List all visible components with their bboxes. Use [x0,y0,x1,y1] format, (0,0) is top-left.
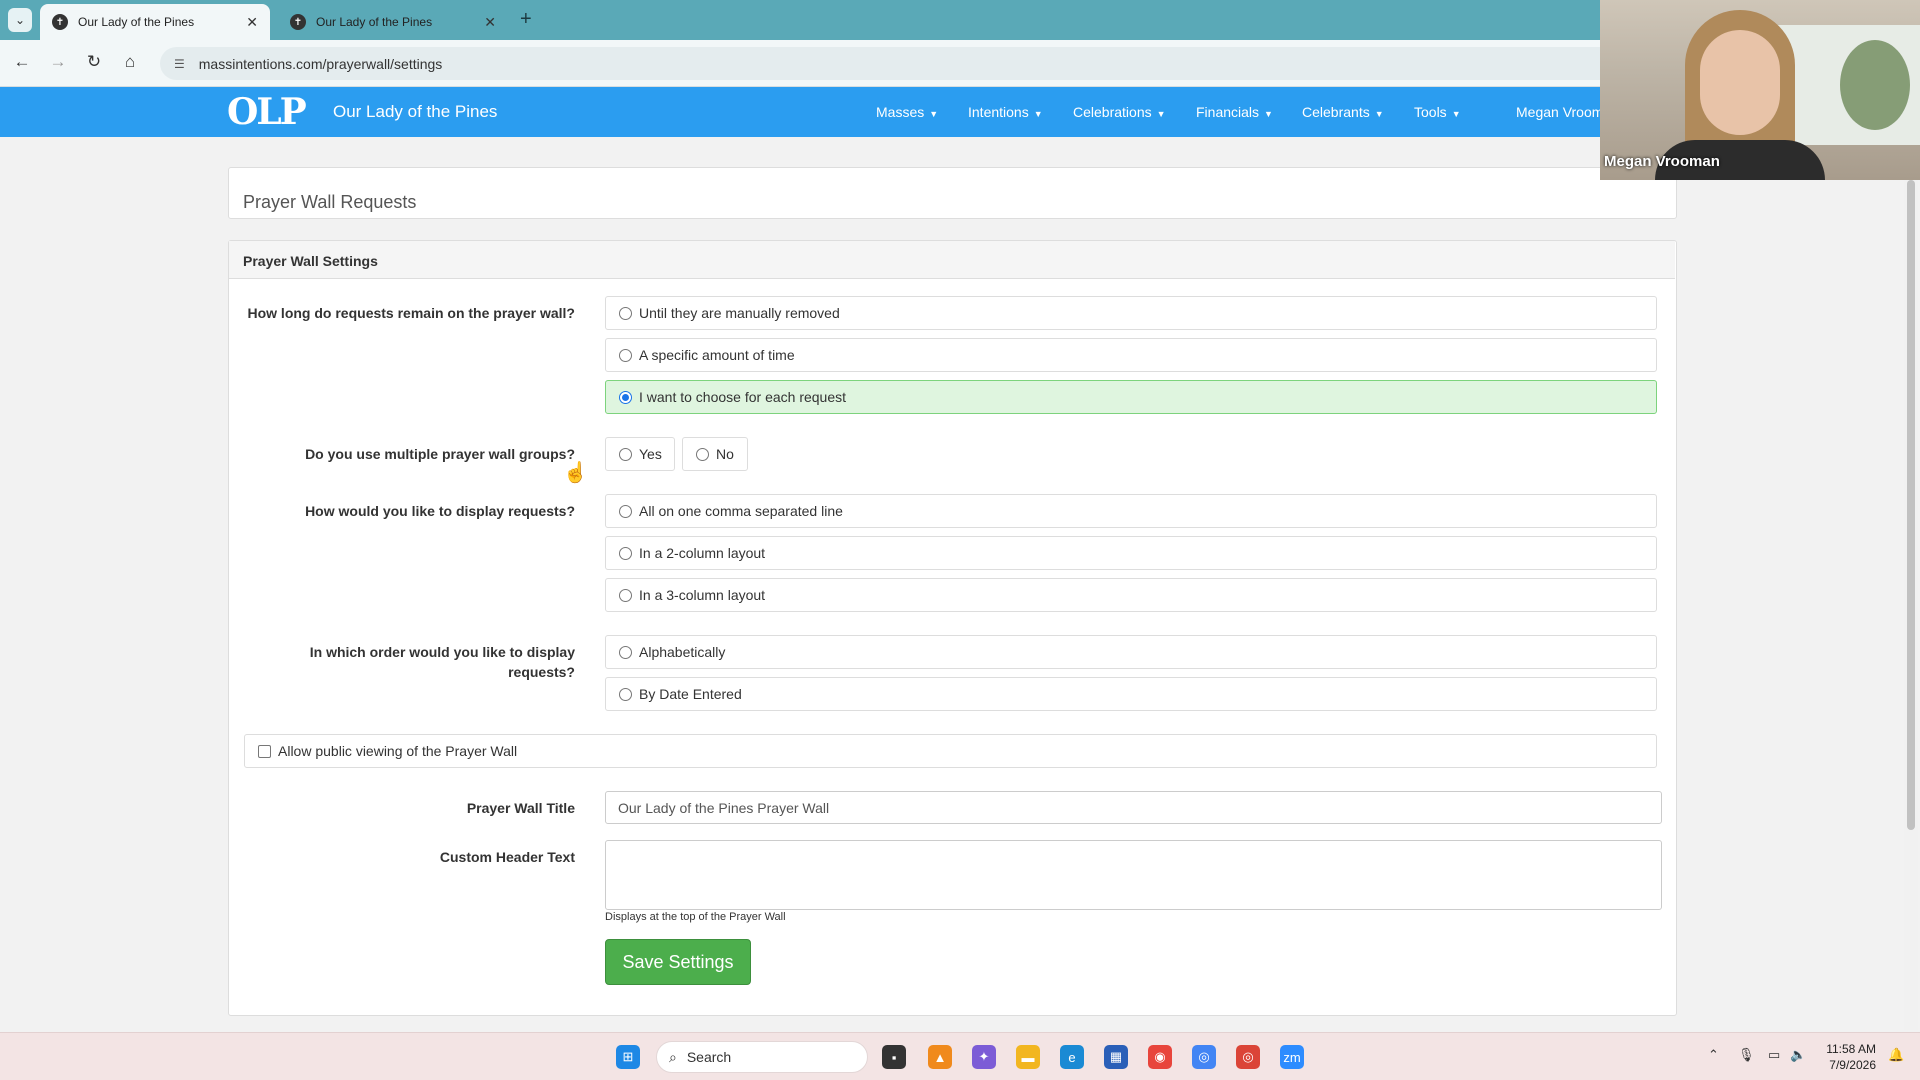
olp-logo[interactable]: OLP [227,93,319,131]
notification-icon[interactable]: 🔔 [1888,1047,1904,1063]
menu-intentions[interactable]: Intentions ▼ [968,104,1043,120]
groups-option-no[interactable]: No [682,437,748,471]
display-option-2col[interactable]: In a 2-column layout [605,536,1657,570]
clock-time: 11:58 AM [1826,1042,1876,1056]
task-view-icon[interactable]: ▪ [882,1045,906,1069]
custom-header-textarea[interactable] [605,840,1662,910]
order-option-alpha[interactable]: Alphabetically [605,635,1657,669]
taskbar-clock[interactable]: 11:58 AM 7/9/2026 [1816,1041,1876,1073]
display-option-3col[interactable]: In a 3-column layout [605,578,1657,612]
prayer-wall-title-input[interactable]: Our Lady of the Pines Prayer Wall [605,791,1662,824]
back-icon[interactable]: ← [10,52,34,72]
close-tab-icon[interactable]: ✕ [246,14,258,31]
title-label: Prayer Wall Title [466,800,575,816]
page-scrollbar[interactable] [1904,180,1918,1030]
menu-financials[interactable]: Financials ▼ [1196,104,1273,120]
webcam-name: Megan Vrooman [1604,153,1720,170]
site-favicon-icon: ✝ [52,14,68,30]
site-favicon-icon: ✝ [290,14,306,30]
close-tab-icon[interactable]: ✕ [484,14,496,31]
chrome-profile-icon[interactable]: ◎ [1236,1045,1260,1069]
order-option-date[interactable]: By Date Entered [605,677,1657,711]
store-icon[interactable]: ▦ [1104,1045,1128,1069]
settings-panel-header: Prayer Wall Settings [229,241,1675,279]
page-title-panel [228,167,1677,219]
copilot-icon[interactable]: ✦ [972,1045,996,1069]
menu-celebrants[interactable]: Celebrants ▼ [1302,104,1384,120]
tab-search-button[interactable]: ⌄ [8,8,32,32]
windows-taskbar: ⊞ ⌕ Search ▪ ▲ ✦ ▬ e ▦ ◉ ◎ ◎ zm ⌃ 🎙 ▭ 🔈 … [0,1032,1920,1080]
radio-button[interactable] [619,645,632,659]
caret-down-icon: ▼ [1264,109,1273,119]
clock-date: 7/9/2026 [1829,1058,1876,1072]
section-title: Prayer Wall Settings [243,253,378,269]
caret-down-icon: ▼ [1374,109,1384,119]
firefox-icon[interactable]: ◉ [1148,1045,1172,1069]
new-tab-icon[interactable]: + [520,8,532,31]
display-option-comma[interactable]: All on one comma separated line [605,494,1657,528]
display-question: How would you like to display requests? [305,503,575,519]
groups-option-yes[interactable]: Yes [605,437,675,471]
radio-button[interactable] [619,588,632,602]
radio-button[interactable] [696,447,709,461]
webcam-person-face [1700,30,1780,135]
caret-down-icon: ▼ [1156,109,1166,119]
webcam-overlay: Megan Vrooman [1600,0,1920,180]
caret-down-icon: ▼ [929,109,939,119]
header-label: Custom Header Text [439,849,575,865]
radio-button[interactable] [619,447,632,461]
duration-question: How long do requests remain on the praye… [247,305,575,321]
start-icon[interactable]: ⊞ [616,1045,640,1069]
file-explorer-icon[interactable]: ▬ [1016,1045,1040,1069]
browser-tab-active[interactable]: ✝ Our Lady of the Pines ✕ [40,4,270,40]
page-title: Prayer Wall Requests [243,192,417,212]
caret-down-icon: ▼ [1451,109,1461,119]
volume-icon[interactable]: 🔈 [1790,1047,1806,1063]
menu-celebrations[interactable]: Celebrations ▼ [1073,104,1166,120]
zoom-icon[interactable]: zm [1280,1045,1304,1069]
url-text: massintentions.com/prayerwall/settings [198,55,443,72]
duration-option-time[interactable]: A specific amount of time [605,338,1657,372]
reload-icon[interactable]: ↻ [82,52,106,72]
save-settings-button[interactable]: Save Settings [605,939,751,985]
search-icon: ⌕ [669,1048,677,1065]
edge-icon[interactable]: e [1060,1045,1084,1069]
menu-user[interactable]: Megan Vroom [1516,104,1603,120]
radio-button[interactable] [619,504,632,518]
duration-option-each-request[interactable]: I want to choose for each request [605,380,1657,414]
chrome-icon[interactable]: ◎ [1192,1045,1216,1069]
brand-name[interactable]: Our Lady of the Pines [333,102,497,122]
taskbar-search[interactable]: ⌕ Search [656,1041,868,1073]
radio-button-selected[interactable] [619,390,632,404]
home-icon[interactable]: ⌂ [118,52,142,72]
header-help-text: Displays at the top of the Prayer Wall [605,911,786,923]
vlc-icon[interactable]: ▲ [928,1045,952,1069]
order-question: In which order would you like to display… [309,644,575,680]
tab-title: Our Lady of the Pines [316,15,433,29]
forward-icon[interactable]: → [46,52,70,72]
duration-option-manual[interactable]: Until they are manually removed [605,296,1657,330]
tab-title: Our Lady of the Pines [78,15,195,29]
microphone-icon[interactable]: 🎙 [1738,1047,1755,1063]
caret-down-icon: ▼ [1033,109,1043,119]
url-field[interactable]: ☰ massintentions.com/prayerwall/settings [160,47,1750,80]
radio-button[interactable] [619,348,632,362]
scrollbar-thumb[interactable] [1907,180,1915,830]
menu-tools[interactable]: Tools ▼ [1414,104,1461,120]
network-icon[interactable]: ▭ [1768,1047,1780,1063]
browser-tab[interactable]: ✝ Our Lady of the Pines ✕ [278,4,508,40]
radio-button[interactable] [619,306,632,320]
hand-cursor-icon: ☝ [563,462,588,484]
groups-question: Do you use multiple prayer wall groups? [305,446,575,462]
radio-button[interactable] [619,546,632,560]
public-viewing-option[interactable]: Allow public viewing of the Prayer Wall [244,734,1657,768]
radio-button[interactable] [619,687,632,701]
menu-masses[interactable]: Masses ▼ [876,104,938,120]
public-viewing-checkbox[interactable] [258,744,271,758]
tray-chevron-icon[interactable]: ⌃ [1708,1047,1719,1063]
webcam-background-plant [1840,40,1910,130]
site-info-icon[interactable]: ☰ [174,57,185,71]
